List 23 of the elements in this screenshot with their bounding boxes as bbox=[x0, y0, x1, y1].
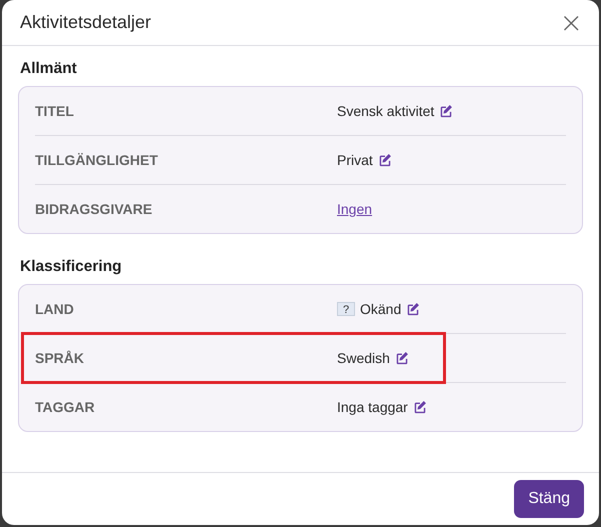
field-value: Swedish bbox=[337, 350, 390, 366]
edit-icon[interactable] bbox=[439, 104, 454, 118]
close-button[interactable]: Stäng bbox=[514, 480, 584, 518]
link[interactable]: Ingen bbox=[337, 201, 372, 218]
field-label: BIDRAGSGIVARE bbox=[35, 201, 154, 218]
field-label: LAND bbox=[35, 301, 75, 318]
field-value: Privat bbox=[337, 152, 373, 168]
edit-icon[interactable] bbox=[394, 351, 409, 366]
flag-icon: ? bbox=[337, 302, 355, 316]
dialog-title: Aktivitetsdetaljer bbox=[20, 12, 152, 34]
section-title: Klassificering bbox=[20, 258, 122, 276]
close-button[interactable]: × bbox=[558, 8, 585, 37]
field-value: Okänd bbox=[360, 301, 402, 318]
field-label: TILLGÄNGLIGHET bbox=[35, 152, 159, 168]
edit-icon[interactable] bbox=[378, 153, 392, 168]
field-label: TAGGAR bbox=[35, 399, 96, 416]
field-value: Svensk aktivitet bbox=[337, 103, 434, 120]
field-value: Inga taggar bbox=[337, 399, 408, 416]
field-label: TITEL bbox=[35, 103, 75, 120]
section-title: Allmänt bbox=[20, 60, 77, 78]
edit-icon[interactable] bbox=[406, 302, 420, 316]
edit-icon[interactable] bbox=[412, 400, 427, 414]
field-label: SPRÅK bbox=[35, 350, 86, 366]
